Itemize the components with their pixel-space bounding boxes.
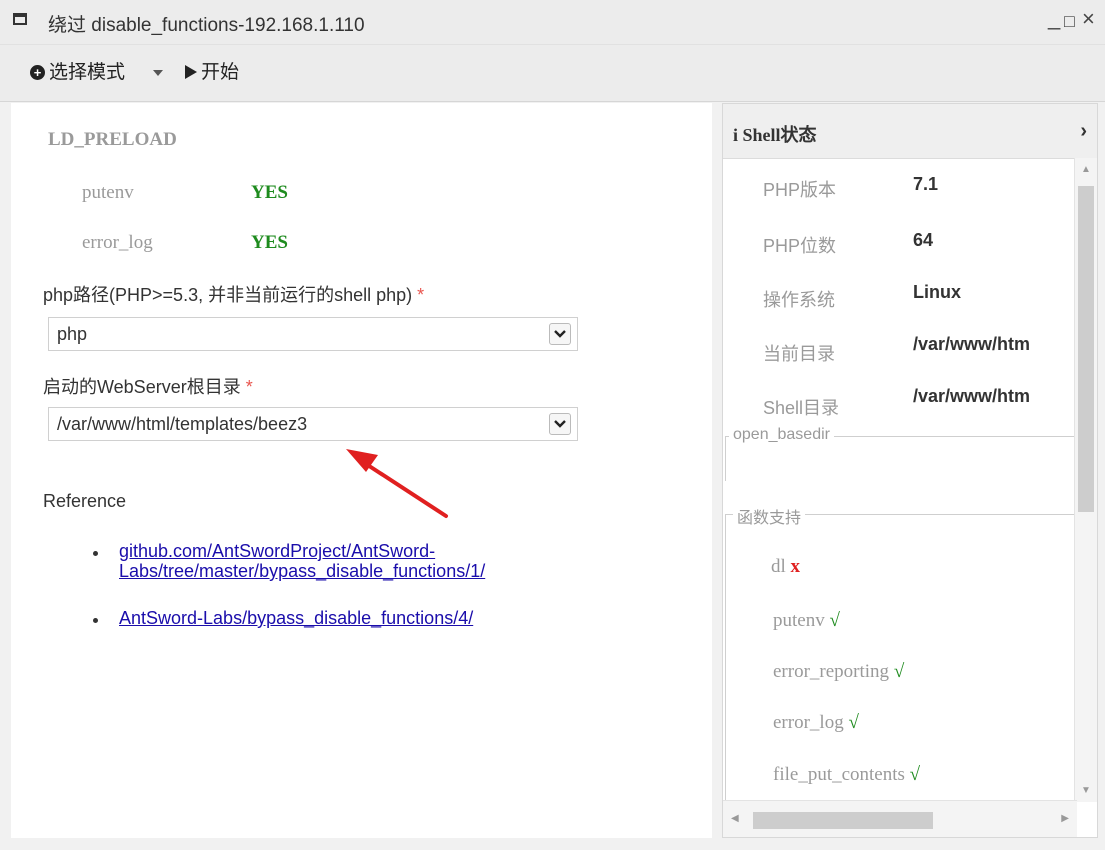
bullet <box>93 551 98 556</box>
function-name: dl <box>771 556 786 577</box>
info-key-os: 操作系统 <box>763 290 835 310</box>
vertical-scrollbar[interactable]: ▲ ▼ <box>1074 158 1097 802</box>
functions-legend: 函数支持 <box>733 504 806 528</box>
info-key-php-bits: PHP位数 <box>763 236 837 256</box>
function-name: error_reporting <box>773 661 890 682</box>
select-mode-button[interactable]: + 选择模式 <box>30 62 125 84</box>
shell-status-header[interactable]: i Shell状态 › <box>723 104 1097 159</box>
vertical-scroll-thumb[interactable] <box>1078 186 1094 512</box>
check-name-putenv: putenv <box>82 182 134 203</box>
function-name: file_put_contents <box>773 764 905 785</box>
webroot-value: /var/www/html/templates/beez3 <box>57 414 308 434</box>
shell-status-title: i Shell状态 <box>733 121 817 147</box>
toolbar: + 选择模式 开始 <box>0 45 1105 102</box>
info-icon: i <box>733 125 739 145</box>
check-name-error-log: error_log <box>82 232 153 253</box>
info-key-php-version: PHP版本 <box>763 180 837 200</box>
close-button[interactable]: × <box>1082 7 1095 31</box>
php-path-value: php <box>57 324 88 344</box>
reference-link-2-line1: AntSword-Labs/bypass_disable_functions/4… <box>119 608 474 628</box>
info-value-current-dir: /var/www/htm <box>913 334 1031 354</box>
info-value-shell-dir: /var/www/htm <box>913 386 1031 406</box>
reference-link-1-line1: github.com/AntSwordProject/AntSword- <box>119 541 436 561</box>
unsupported-icon: x <box>790 556 801 577</box>
horizontal-scroll-thumb[interactable] <box>753 812 933 829</box>
check-icon: √ <box>829 610 840 631</box>
webroot-select[interactable]: /var/www/html/templates/beez3 <box>48 407 578 441</box>
caret-down-icon[interactable] <box>153 70 163 76</box>
reference-link-1-line2: Labs/tree/master/bypass_disable_function… <box>119 561 486 581</box>
info-value-os: Linux <box>913 282 961 302</box>
shell-status-panel: i Shell状态 › PHP版本 7.1 PHP位数 64 操作系统 Linu… <box>722 103 1098 838</box>
chevron-down-icon[interactable] <box>549 413 571 435</box>
reference-title: Reference <box>43 491 127 511</box>
function-dl: dl x <box>771 556 800 578</box>
check-value-error-log: YES <box>251 232 288 253</box>
bullet <box>93 618 98 623</box>
open-basedir-legend: open_basedir <box>729 426 834 444</box>
php-path-label: php路径(PHP>=5.3, 并非当前运行的shell php) * <box>43 281 424 307</box>
info-key-current-dir: 当前目录 <box>763 344 835 364</box>
scroll-down-icon[interactable]: ▼ <box>1081 785 1091 796</box>
webroot-label: 启动的WebServer根目录 * <box>43 373 253 399</box>
minimize-button[interactable]: _ <box>1048 6 1060 30</box>
function-file-put-contents: file_put_contents √ <box>773 764 920 786</box>
chevron-right-icon[interactable]: › <box>1080 120 1087 143</box>
maximize-button[interactable]: □ <box>1064 9 1075 33</box>
window-icon <box>13 13 27 25</box>
function-name: putenv <box>773 610 825 631</box>
check-icon: √ <box>848 712 859 733</box>
function-error-reporting: error_reporting √ <box>773 661 904 683</box>
check-icon: √ <box>893 661 905 682</box>
reference-link-1[interactable]: github.com/AntSwordProject/AntSword- Lab… <box>119 541 485 581</box>
required-mark: * <box>245 377 253 397</box>
horizontal-scrollbar[interactable]: ◀ ▶ <box>723 800 1077 837</box>
info-value-php-version: 7.1 <box>913 174 939 194</box>
function-name: error_log <box>773 712 844 733</box>
scroll-up-icon[interactable]: ▲ <box>1081 164 1091 175</box>
shell-status-label: Shell状态 <box>742 125 817 145</box>
start-label: 开始 <box>201 62 240 83</box>
play-icon <box>185 65 197 79</box>
reference-link-2[interactable]: AntSword-Labs/bypass_disable_functions/4… <box>119 608 473 628</box>
info-key-shell-dir: Shell目录 <box>763 398 840 418</box>
section-title: LD_PRELOAD <box>48 129 177 150</box>
check-value-putenv: YES <box>251 182 288 203</box>
config-panel: LD_PRELOAD putenv YES error_log YES php路… <box>11 103 712 838</box>
scroll-left-icon[interactable]: ◀ <box>731 813 739 824</box>
required-mark: * <box>417 285 425 305</box>
check-icon: √ <box>909 764 921 785</box>
function-putenv: putenv √ <box>773 610 840 632</box>
start-button[interactable]: 开始 <box>185 62 239 84</box>
webroot-label-text: 启动的WebServer根目录 <box>43 377 241 397</box>
plus-circle-icon: + <box>30 65 45 80</box>
select-mode-label: 选择模式 <box>49 62 126 83</box>
info-value-php-bits: 64 <box>913 230 934 250</box>
php-path-label-text: php路径(PHP>=5.3, 并非当前运行的shell php) <box>43 285 413 305</box>
chevron-down-icon[interactable] <box>549 323 571 345</box>
window-title: 绕过 disable_functions-192.168.1.110 <box>48 15 365 36</box>
title-bar: 绕过 disable_functions-192.168.1.110 _ □ × <box>0 0 1105 45</box>
php-path-select[interactable]: php <box>48 317 578 351</box>
scroll-right-icon[interactable]: ▶ <box>1061 813 1069 824</box>
function-error-log: error_log √ <box>773 712 859 734</box>
